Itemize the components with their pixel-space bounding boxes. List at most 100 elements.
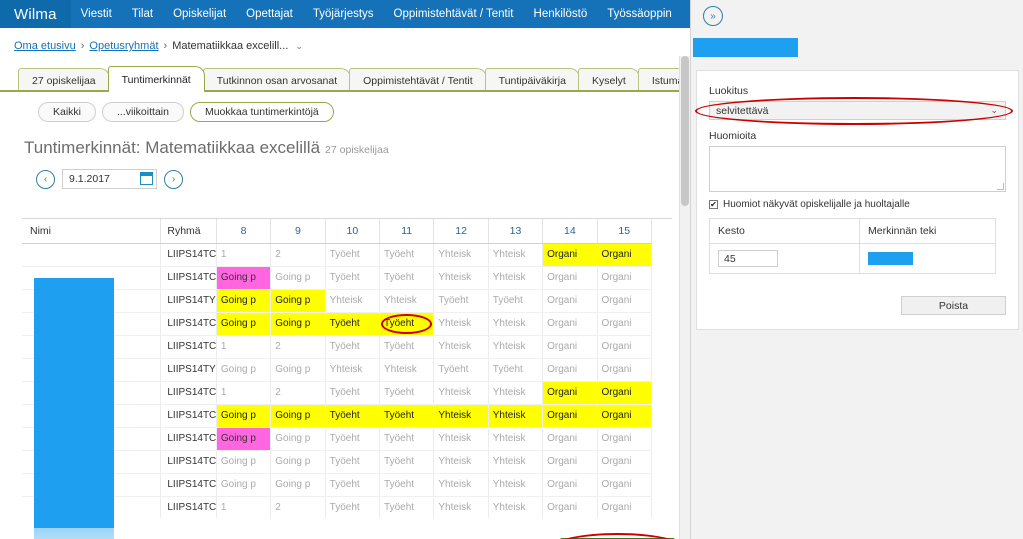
col-header-day-10[interactable]: 10 xyxy=(325,219,381,244)
col-header-day-9[interactable]: 9 xyxy=(270,219,326,244)
cell-attendance[interactable]: Organi xyxy=(542,335,598,359)
cell-attendance[interactable]: Työeht xyxy=(379,266,435,290)
cell-attendance[interactable]: Yhteisk xyxy=(488,312,544,336)
cell-attendance[interactable]: Yhteisk xyxy=(433,427,489,451)
cell-attendance[interactable]: Työeht xyxy=(379,473,435,497)
cell-attendance[interactable]: Yhteisk xyxy=(488,427,544,451)
cell-attendance[interactable]: Työeht xyxy=(488,358,544,382)
delete-button[interactable]: Poista xyxy=(901,296,1006,315)
col-header-day-12[interactable]: 12 xyxy=(433,219,489,244)
col-header-day-13[interactable]: 13 xyxy=(488,219,544,244)
cell-attendance[interactable]: Organi xyxy=(597,358,653,382)
cell-attendance[interactable]: 2 xyxy=(270,496,326,518)
cell-attendance[interactable]: 1 xyxy=(216,381,272,405)
col-header-day-15[interactable]: 15 xyxy=(597,219,653,244)
cell-attendance[interactable]: Going p xyxy=(216,266,272,290)
cell-attendance[interactable]: Going p xyxy=(270,450,326,474)
attendance-grid-container[interactable]: Nimi Ryhmä 8 9 10 11 12 13 14 15 LIIPS14TC 1 2 Työeh… xyxy=(22,218,672,518)
cell-attendance[interactable]: Yhteisk xyxy=(379,289,435,313)
tab-tuntimerkinnat[interactable]: Tuntimerkinnät xyxy=(107,66,205,92)
nav-item-opiskelijat[interactable]: Opiskelijat xyxy=(163,0,236,28)
page-scrollbar[interactable] xyxy=(679,56,690,539)
cell-attendance[interactable]: Organi xyxy=(542,450,598,474)
cell-attendance[interactable]: Organi xyxy=(597,381,653,405)
visibility-checkbox-row[interactable]: ✔ Huomiot näkyvät opiskelijalle ja huolt… xyxy=(697,192,1018,210)
cell-attendance[interactable]: Työeht xyxy=(379,312,435,336)
nav-item-viestit[interactable]: Viestit xyxy=(71,0,122,28)
cell-attendance[interactable]: Työeht xyxy=(325,312,381,336)
cell-attendance[interactable]: 2 xyxy=(270,243,326,267)
cell-attendance[interactable]: Going p xyxy=(270,289,326,313)
cell-attendance[interactable]: Työeht xyxy=(433,289,489,313)
cell-attendance[interactable]: Yhteisk xyxy=(433,335,489,359)
tab-27-opiskelijaa[interactable]: 27 opiskelijaa xyxy=(18,68,110,92)
date-input[interactable]: 9.1.2017 xyxy=(62,169,157,189)
cell-attendance[interactable]: Työeht xyxy=(325,381,381,405)
resize-grip-icon[interactable] xyxy=(997,183,1004,190)
cell-attendance[interactable]: Going p xyxy=(270,473,326,497)
cell-attendance[interactable]: Työeht xyxy=(488,289,544,313)
breadcrumb-link-groups[interactable]: Opetusryhmät xyxy=(89,40,158,52)
cell-attendance[interactable]: Yhteisk xyxy=(325,289,381,313)
cell-attendance[interactable]: Yhteisk xyxy=(488,266,544,290)
cell-attendance[interactable]: Organi xyxy=(542,312,598,336)
cell-attendance[interactable]: Työeht xyxy=(379,335,435,359)
page-scrollbar-thumb[interactable] xyxy=(681,56,689,206)
cell-attendance[interactable]: Organi xyxy=(597,312,653,336)
nav-item-tyossaoppiminen[interactable]: Työssäoppin xyxy=(597,0,682,28)
cell-attendance[interactable]: Organi xyxy=(597,496,653,518)
cell-attendance[interactable]: Organi xyxy=(542,358,598,382)
nav-item-henkilosto[interactable]: Henkilöstö xyxy=(524,0,598,28)
cell-attendance[interactable]: Työeht xyxy=(433,358,489,382)
col-header-day-14[interactable]: 14 xyxy=(542,219,598,244)
cell-attendance[interactable]: Yhteisk xyxy=(433,496,489,518)
cell-attendance[interactable]: Organi xyxy=(542,266,598,290)
next-day-button[interactable]: › xyxy=(164,169,183,189)
cell-attendance[interactable]: Organi xyxy=(597,335,653,359)
cell-attendance[interactable]: Organi xyxy=(542,289,598,313)
cell-attendance[interactable]: Organi xyxy=(542,404,598,428)
cell-attendance[interactable]: Going p xyxy=(216,473,272,497)
cell-attendance[interactable]: Going p xyxy=(216,289,272,313)
col-header-day-11[interactable]: 11 xyxy=(379,219,435,244)
cell-attendance[interactable]: Organi xyxy=(542,243,598,267)
cell-attendance[interactable]: Yhteisk xyxy=(488,243,544,267)
cell-attendance[interactable]: Työeht xyxy=(379,496,435,518)
cell-attendance[interactable]: 1 xyxy=(216,335,272,359)
cell-attendance[interactable]: Organi xyxy=(597,266,653,290)
pill-muokkaa-tuntimerkintoja[interactable]: Muokkaa tuntimerkintöjä xyxy=(189,102,334,122)
cell-attendance[interactable]: Yhteisk xyxy=(488,335,544,359)
cell-attendance[interactable]: Työeht xyxy=(325,243,381,267)
cell-attendance[interactable]: Going p xyxy=(270,404,326,428)
cell-attendance[interactable]: Going p xyxy=(216,404,272,428)
cell-attendance[interactable]: Työeht xyxy=(379,243,435,267)
cell-attendance[interactable]: Työeht xyxy=(325,427,381,451)
cell-attendance[interactable]: Työeht xyxy=(379,381,435,405)
app-logo-wilma[interactable]: Wilma xyxy=(0,0,71,28)
cell-attendance[interactable]: Työeht xyxy=(379,427,435,451)
cell-attendance[interactable]: Going p xyxy=(270,266,326,290)
cell-attendance[interactable]: 2 xyxy=(270,335,326,359)
pill-kaikki[interactable]: Kaikki xyxy=(38,102,97,122)
cell-attendance[interactable]: Organi xyxy=(597,243,653,267)
visibility-checkbox[interactable]: ✔ xyxy=(709,200,718,209)
cell-attendance[interactable]: Työeht xyxy=(379,450,435,474)
cell-attendance[interactable]: Organi xyxy=(597,450,653,474)
nav-item-tilat[interactable]: Tilat xyxy=(122,0,163,28)
cell-attendance[interactable]: Yhteisk xyxy=(488,473,544,497)
cell-attendance[interactable]: Organi xyxy=(597,289,653,313)
cell-attendance[interactable]: Going p xyxy=(270,427,326,451)
cell-attendance[interactable]: Going p xyxy=(270,358,326,382)
tab-oppimistehtavat-tentit[interactable]: Oppimistehtävät / Tentit xyxy=(349,68,487,92)
cell-attendance[interactable]: Organi xyxy=(542,496,598,518)
col-header-nimi[interactable]: Nimi xyxy=(22,219,162,244)
breadcrumb-link-home[interactable]: Oma etusivu xyxy=(14,40,76,52)
col-header-ryhma[interactable]: Ryhmä xyxy=(160,219,217,244)
cell-attendance[interactable]: 1 xyxy=(216,243,272,267)
cell-attendance[interactable]: Yhteisk xyxy=(488,496,544,518)
cell-attendance[interactable]: Going p xyxy=(270,312,326,336)
cell-attendance[interactable]: Työeht xyxy=(325,450,381,474)
cell-attendance[interactable]: Yhteisk xyxy=(433,450,489,474)
cell-attendance[interactable]: Yhteisk xyxy=(325,358,381,382)
cell-attendance[interactable]: Yhteisk xyxy=(488,450,544,474)
